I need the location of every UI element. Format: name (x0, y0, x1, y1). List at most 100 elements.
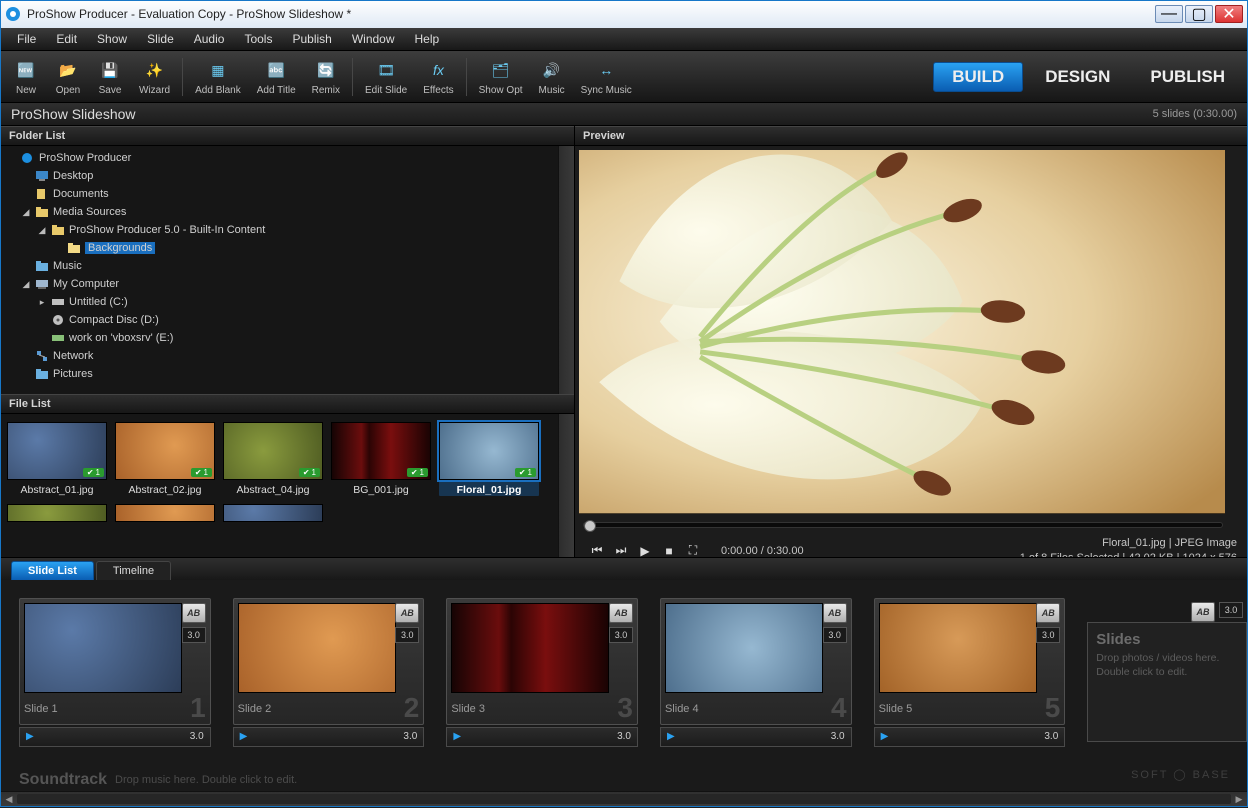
transition-icon[interactable]: AB (1036, 603, 1060, 623)
file-thumb[interactable]: 1Abstract_02.jpg (115, 422, 215, 496)
tree-documents[interactable]: Documents (1, 185, 574, 203)
prev-play-icon[interactable]: ▶ (636, 544, 654, 558)
transition-icon[interactable]: AB (182, 603, 206, 623)
tb-music[interactable]: 🔊Music (531, 55, 573, 98)
file-scrollbar[interactable] (558, 414, 574, 557)
play-icon[interactable]: ▶ (240, 731, 248, 742)
tb-edit-slide[interactable]: 🎞Edit Slide (357, 55, 415, 98)
tree-pictures[interactable]: Pictures (1, 365, 574, 383)
tab-slide-list[interactable]: Slide List (11, 561, 94, 580)
slide-duration[interactable]: 3.0 (1044, 731, 1058, 742)
tb-show-opt[interactable]: 🗂Show Opt (471, 55, 531, 98)
transition-icon[interactable]: AB (823, 603, 847, 623)
tb-effects[interactable]: fxEffects (415, 55, 461, 98)
transition-duration[interactable]: 3.0 (182, 627, 206, 643)
tab-timeline[interactable]: Timeline (96, 561, 171, 580)
file-thumb[interactable] (115, 504, 215, 522)
soundtrack[interactable]: Soundtrack Drop music here. Double click… (1, 769, 1247, 791)
play-icon[interactable]: ▶ (667, 731, 675, 742)
file-thumb[interactable]: 1BG_001.jpg (331, 422, 431, 496)
prev-start-icon[interactable]: ⏮ (588, 543, 606, 558)
slide-item[interactable]: AB 3.0 Slide 22 ▶3.0 (233, 598, 425, 762)
slide-duration[interactable]: 3.0 (831, 731, 845, 742)
slide-number: 2 (404, 697, 420, 719)
tb-add-title[interactable]: 🔤Add Title (249, 55, 304, 98)
tree-my-computer[interactable]: ◢My Computer (1, 275, 574, 293)
transition-duration[interactable]: 3.0 (823, 627, 847, 643)
tb-save[interactable]: 💾Save (89, 55, 131, 98)
mode-publish[interactable]: PUBLISH (1132, 63, 1243, 91)
prev-end-icon[interactable]: ⏭ (612, 543, 630, 558)
slide-item[interactable]: AB 3.0 Slide 44 ▶3.0 (660, 598, 852, 762)
prev-stop-icon[interactable]: ■ (660, 544, 678, 558)
transition-icon[interactable]: AB (609, 603, 633, 623)
file-thumb[interactable] (223, 504, 323, 522)
tree-music[interactable]: Music (1, 257, 574, 275)
slide-playrow[interactable]: ▶ 3.0 (660, 727, 852, 747)
menu-show[interactable]: Show (87, 29, 137, 49)
menu-file[interactable]: File (7, 29, 46, 49)
tb-remix[interactable]: 🔄Remix (304, 55, 348, 98)
tree-drive-c[interactable]: ▸Untitled (C:) (1, 293, 574, 311)
infobar: ProShow Slideshow 5 slides (0:30.00) (1, 103, 1247, 126)
mode-design[interactable]: DESIGN (1027, 63, 1128, 91)
titlebar[interactable]: ProShow Producer - Evaluation Copy - Pro… (1, 1, 1247, 28)
tree-backgrounds[interactable]: Backgrounds (1, 239, 574, 257)
soundtrack-title: Soundtrack (19, 771, 107, 789)
prev-full-icon[interactable]: ⛶ (684, 543, 702, 558)
slide-item[interactable]: AB 3.0 Slide 55 ▶3.0 (874, 598, 1066, 762)
mode-build[interactable]: BUILD (933, 62, 1023, 92)
tb-open[interactable]: 📂Open (47, 55, 89, 98)
slide-playrow[interactable]: ▶ 3.0 (874, 727, 1066, 747)
menu-tools[interactable]: Tools (234, 29, 282, 49)
tree-builtin[interactable]: ◢ProShow Producer 5.0 - Built-In Content (1, 221, 574, 239)
slide-item[interactable]: AB 3.0 Slide 11 ▶3.0 (19, 598, 211, 762)
file-thumb[interactable]: 1Floral_01.jpg (439, 422, 539, 496)
slide-playrow[interactable]: ▶ 3.0 (233, 727, 425, 747)
tb-new[interactable]: 🆕New (5, 55, 47, 98)
preview-image[interactable] (579, 150, 1225, 513)
preview-slider[interactable] (583, 522, 1223, 528)
maximize-button[interactable]: ▢ (1185, 5, 1213, 23)
transition-duration[interactable]: 3.0 (609, 627, 633, 643)
menu-audio[interactable]: Audio (184, 29, 235, 49)
slide-item[interactable]: AB 3.0 Slide 33 ▶3.0 (446, 598, 638, 762)
tree-network[interactable]: Network (1, 347, 574, 365)
tree-desktop[interactable]: Desktop (1, 167, 574, 185)
main: Folder List ProShow Producer Desktop Doc… (1, 126, 1247, 557)
file-thumb[interactable]: 1Abstract_04.jpg (223, 422, 323, 496)
tb-sync-music[interactable]: ↔Sync Music (573, 55, 640, 98)
file-thumb[interactable] (7, 504, 107, 522)
play-icon[interactable]: ▶ (453, 731, 461, 742)
menu-edit[interactable]: Edit (46, 29, 87, 49)
tree-drive-e[interactable]: work on 'vboxsrv' (E:) (1, 329, 574, 347)
file-thumb[interactable]: 1Abstract_01.jpg (7, 422, 107, 496)
slide-playrow[interactable]: ▶ 3.0 (19, 727, 211, 747)
menu-slide[interactable]: Slide (137, 29, 184, 49)
watermark: SOFT ◯ BASE (1131, 768, 1230, 781)
slide-duration[interactable]: 3.0 (190, 731, 204, 742)
tb-wizard[interactable]: ✨Wizard (131, 55, 178, 98)
menu-window[interactable]: Window (342, 29, 405, 49)
menu-help[interactable]: Help (405, 29, 450, 49)
close-button[interactable]: ✕ (1215, 5, 1243, 23)
tree-media-sources[interactable]: ◢Media Sources (1, 203, 574, 221)
tb-add-blank[interactable]: ▦Add Blank (187, 55, 249, 98)
play-icon[interactable]: ▶ (26, 731, 34, 742)
transition-icon[interactable]: AB (395, 603, 419, 623)
minimize-button[interactable]: — (1155, 5, 1183, 23)
slide-duration[interactable]: 3.0 (617, 731, 631, 742)
slides-dropzone[interactable]: AB3.0 SlidesDrop photos / videos here.Do… (1087, 598, 1247, 762)
slide-duration[interactable]: 3.0 (403, 731, 417, 742)
transition-duration[interactable]: 3.0 (1036, 627, 1060, 643)
transition-duration[interactable]: 3.0 (395, 627, 419, 643)
menu-publish[interactable]: Publish (282, 29, 341, 49)
tree-root[interactable]: ProShow Producer (1, 149, 574, 167)
slide-playrow[interactable]: ▶ 3.0 (446, 727, 638, 747)
bottom-scrollbar[interactable]: ◀▶ (1, 791, 1247, 806)
play-icon[interactable]: ▶ (881, 731, 889, 742)
toolbar-sep (466, 58, 467, 96)
folder-scrollbar[interactable] (558, 146, 574, 394)
tree-drive-d[interactable]: Compact Disc (D:) (1, 311, 574, 329)
left-column: Folder List ProShow Producer Desktop Doc… (1, 126, 575, 557)
